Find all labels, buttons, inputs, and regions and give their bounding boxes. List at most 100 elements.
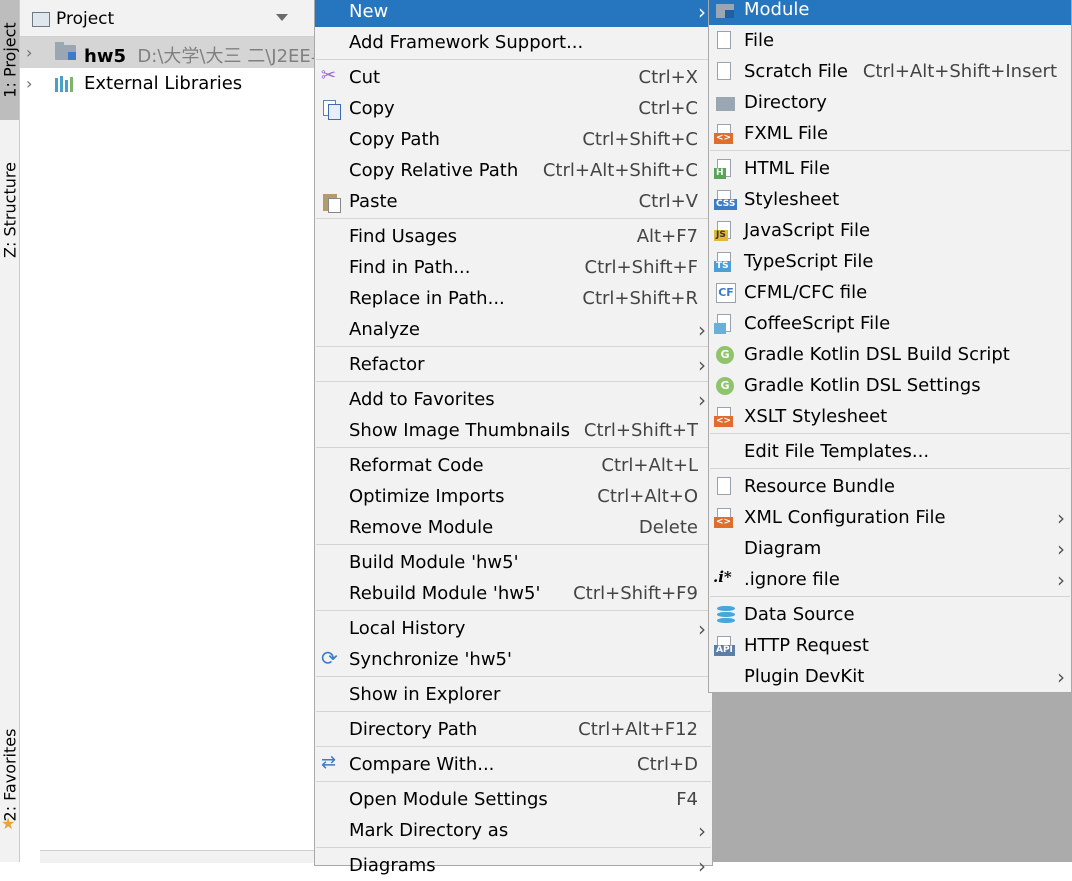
menu-item-compare-with[interactable]: ⇄ Compare With... Ctrl+D	[315, 749, 712, 780]
submenu-item-label: Gradle Kotlin DSL Settings	[744, 375, 981, 396]
menu-separator	[316, 781, 711, 782]
chevron-right-icon: ›	[1057, 506, 1065, 530]
module-name: hw5	[84, 46, 126, 67]
menu-item-shortcut: Ctrl+D	[637, 754, 698, 775]
submenu-item-label: XSLT Stylesheet	[744, 406, 888, 427]
submenu-item-fxml-file[interactable]: <> FXML File	[709, 118, 1071, 149]
submenu-item-label: TypeScript File	[744, 251, 874, 272]
menu-item-shortcut: Ctrl+Shift+R	[582, 288, 698, 309]
submenu-item-gradle-settings[interactable]: G Gradle Kotlin DSL Settings	[709, 370, 1071, 401]
menu-item-label: New	[349, 1, 389, 22]
menu-item-new[interactable]: New ›	[315, 0, 712, 27]
menu-item-refactor[interactable]: Refactor ›	[315, 349, 712, 380]
star-icon: ★	[1, 814, 16, 833]
menu-item-add-framework-support[interactable]: Add Framework Support...	[315, 27, 712, 58]
chevron-right-icon: ›	[698, 819, 706, 843]
submenu-item-scratch-file[interactable]: Scratch File Ctrl+Alt+Shift+Insert	[709, 56, 1071, 87]
compare-icon: ⇄	[321, 752, 337, 773]
tab-project[interactable]: 1: Project	[0, 0, 19, 120]
menu-item-analyze[interactable]: Analyze ›	[315, 314, 712, 345]
chevron-right-icon: ›	[698, 353, 706, 377]
menu-item-shortcut: Delete	[638, 517, 698, 538]
menu-item-find-in-path[interactable]: Find in Path... Ctrl+Shift+F	[315, 252, 712, 283]
submenu-item-label: Stylesheet	[744, 189, 840, 210]
menu-item-label: Open Module Settings	[349, 789, 548, 810]
submenu-item-xslt-stylesheet[interactable]: <> XSLT Stylesheet	[709, 401, 1071, 432]
submenu-item-typescript-file[interactable]: TS TypeScript File	[709, 246, 1071, 277]
menu-item-add-to-favorites[interactable]: Add to Favorites ›	[315, 384, 712, 415]
submenu-item-directory[interactable]: Directory	[709, 87, 1071, 118]
menu-item-reformat-code[interactable]: Reformat Code Ctrl+Alt+L	[315, 450, 712, 481]
menu-item-show-image-thumbnails[interactable]: Show Image Thumbnails Ctrl+Shift+T	[315, 415, 712, 446]
menu-item-shortcut: Ctrl+Alt+Shift+C	[542, 160, 698, 181]
menu-item-open-module-settings[interactable]: Open Module Settings F4	[315, 784, 712, 815]
menu-item-optimize-imports[interactable]: Optimize Imports Ctrl+Alt+O	[315, 481, 712, 512]
menu-item-show-in-explorer[interactable]: Show in Explorer	[315, 679, 712, 710]
submenu-item-html-file[interactable]: H HTML File	[709, 153, 1071, 184]
submenu-item-coffeescript-file[interactable]: CoffeeScript File	[709, 308, 1071, 339]
xml-badge: <>	[714, 517, 734, 528]
menu-item-mark-directory-as[interactable]: Mark Directory as ›	[315, 815, 712, 846]
expand-arrow-icon[interactable]: ›	[26, 74, 32, 93]
menu-item-local-history[interactable]: Local History ›	[315, 613, 712, 644]
menu-item-label: Find in Path...	[349, 257, 471, 278]
database-icon	[716, 606, 736, 624]
submenu-item-http-request[interactable]: API HTTP Request	[709, 630, 1071, 661]
status-strip	[40, 850, 335, 863]
chevron-right-icon: ›	[698, 318, 706, 342]
submenu-item-diagram[interactable]: Diagram ›	[709, 533, 1071, 564]
menu-item-paste[interactable]: Paste Ctrl+V	[315, 186, 712, 217]
tree-node-hw5[interactable]: › hw5 D:\大学\大三 二\J2EE与	[20, 37, 329, 68]
menu-item-label: Paste	[349, 191, 398, 212]
menu-item-cut[interactable]: ✂ Cut Ctrl+X	[315, 62, 712, 93]
submenu-item-cfml-file[interactable]: CF CFML/CFC file	[709, 277, 1071, 308]
css-badge: CSS	[714, 199, 738, 210]
menu-item-remove-module[interactable]: Remove Module Delete	[315, 512, 712, 543]
menu-item-find-usages[interactable]: Find Usages Alt+F7	[315, 221, 712, 252]
submenu-item-gradle-build-script[interactable]: G Gradle Kotlin DSL Build Script	[709, 339, 1071, 370]
cf-icon: CF	[716, 283, 736, 303]
menu-item-copy-path[interactable]: Copy Path Ctrl+Shift+C	[315, 124, 712, 155]
submenu-item-edit-file-templates[interactable]: Edit File Templates...	[709, 436, 1071, 467]
menu-item-copy[interactable]: Copy Ctrl+C	[315, 93, 712, 124]
submenu-item-javascript-file[interactable]: JS JavaScript File	[709, 215, 1071, 246]
menu-item-shortcut: Ctrl+Shift+C	[582, 129, 698, 150]
chevron-right-icon: ›	[698, 617, 706, 641]
menu-item-directory-path[interactable]: Directory Path Ctrl+Alt+F12	[315, 714, 712, 745]
submenu-item-stylesheet[interactable]: CSS Stylesheet	[709, 184, 1071, 215]
submenu-item-xml-configuration-file[interactable]: <> XML Configuration File ›	[709, 502, 1071, 533]
tab-structure[interactable]: Z: Structure	[0, 150, 19, 270]
tree-node-label: External Libraries	[84, 73, 243, 94]
submenu-item-shortcut: Ctrl+Alt+Shift+Insert	[862, 61, 1057, 82]
menu-item-label: Analyze	[349, 319, 420, 340]
expand-arrow-icon[interactable]: ›	[26, 43, 32, 62]
menu-item-label: Directory Path	[349, 719, 478, 740]
project-panel: Project › hw5 D:\大学\大三 二\J2EE与 › Externa…	[20, 0, 335, 863]
menu-item-diagrams[interactable]: Diagrams ›	[315, 850, 712, 881]
menu-item-shortcut: Ctrl+Alt+F12	[578, 719, 698, 740]
tool-window-strip: 1: Project Z: Structure 2: Favorites ★	[0, 0, 20, 862]
submenu-item-file[interactable]: File	[709, 25, 1071, 56]
submenu-item-label: HTTP Request	[744, 635, 869, 656]
menu-item-synchronize[interactable]: ⟳ Synchronize 'hw5'	[315, 644, 712, 675]
menu-item-label: Add Framework Support...	[349, 32, 584, 53]
submenu-item-resource-bundle[interactable]: Resource Bundle	[709, 471, 1071, 502]
tab-favorites-label: 2: Favorites	[0, 728, 19, 822]
tree-node-external-libraries[interactable]: › External Libraries	[20, 68, 315, 99]
submenu-item-ignore-file[interactable]: .i* .ignore file ›	[709, 564, 1071, 595]
submenu-item-data-source[interactable]: Data Source	[709, 599, 1071, 630]
menu-item-label: Replace in Path...	[349, 288, 505, 309]
menu-item-copy-relative-path[interactable]: Copy Relative Path Ctrl+Alt+Shift+C	[315, 155, 712, 186]
submenu-item-plugin-devkit[interactable]: Plugin DevKit ›	[709, 661, 1071, 692]
submenu-item-label: Directory	[744, 92, 827, 113]
ts-badge: TS	[714, 261, 731, 272]
chevron-right-icon: ›	[698, 0, 706, 24]
menu-item-replace-in-path[interactable]: Replace in Path... Ctrl+Shift+R	[315, 283, 712, 314]
submenu-item-module[interactable]: Module	[709, 0, 1071, 25]
menu-item-label: Find Usages	[349, 226, 458, 247]
chevron-down-icon[interactable]	[276, 14, 288, 21]
chevron-right-icon: ›	[1057, 537, 1065, 561]
file-icon	[717, 31, 731, 49]
menu-item-build-module[interactable]: Build Module 'hw5'	[315, 547, 712, 578]
menu-item-rebuild-module[interactable]: Rebuild Module 'hw5' Ctrl+Shift+F9	[315, 578, 712, 609]
